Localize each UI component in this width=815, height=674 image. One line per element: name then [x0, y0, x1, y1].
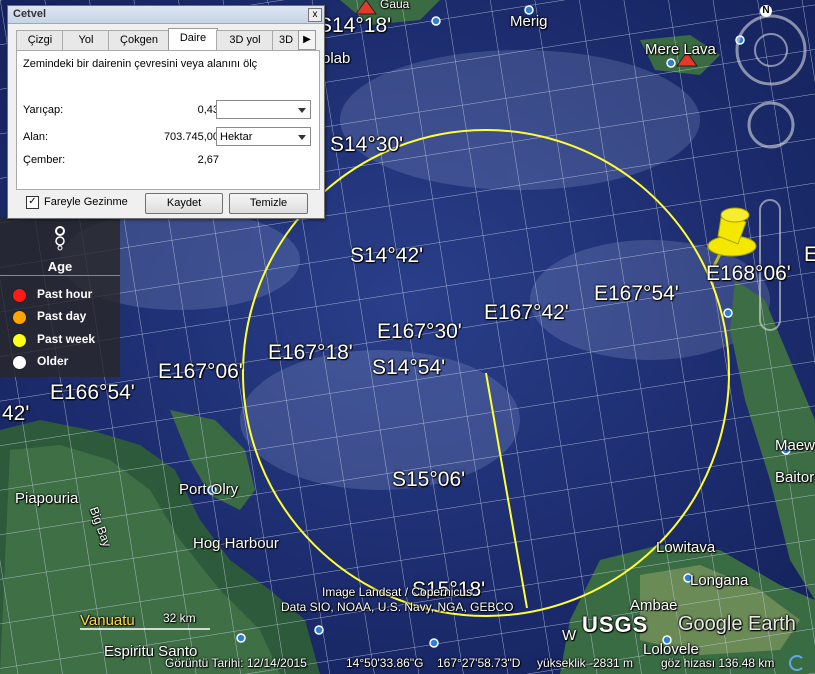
- latitude: 14°50'33.86"G: [346, 656, 424, 670]
- legend-label: Past day: [37, 309, 87, 323]
- north-icon[interactable]: N: [760, 5, 772, 17]
- area-unit-select[interactable]: Hektar: [216, 127, 311, 146]
- place-label[interactable]: Maewo: [775, 437, 815, 454]
- radius-unit-select[interactable]: [216, 100, 311, 119]
- panel-description: Zemindeki bir dairenin çevresini veya al…: [23, 58, 258, 70]
- elevation: yükseklik -2831 m: [537, 656, 634, 670]
- grid-label: S14°42': [350, 244, 424, 267]
- place-label[interactable]: E: [804, 243, 815, 267]
- grid-label: E167°42': [484, 301, 569, 324]
- place-label[interactable]: Hog Harbour: [193, 535, 279, 552]
- scale-label: 32 km: [163, 611, 196, 625]
- legend-panel: Age Past hour Past day Past week Older: [0, 217, 120, 377]
- place-label[interactable]: Piapouria: [15, 490, 78, 507]
- tab-polygon[interactable]: Çokgen: [108, 30, 170, 50]
- tab-scroll-right-icon[interactable]: ▶: [298, 30, 316, 50]
- red-dot-icon: [12, 288, 27, 303]
- chevron-down-icon: [298, 135, 306, 140]
- imagery-date: Görüntü Tarihi: 12/14/2015: [165, 656, 307, 670]
- legend-title: Age: [47, 259, 73, 274]
- area-value: 703.745,00: [163, 131, 219, 143]
- legend-label: Past week: [37, 332, 96, 346]
- yellow-dot-icon: [12, 333, 27, 348]
- tab-line[interactable]: Çizgi: [16, 30, 64, 50]
- data-credit: Data SIO, NOAA, U.S. Navy, NGA, GEBCO: [281, 600, 514, 614]
- tab-circle[interactable]: Daire: [168, 28, 218, 51]
- usgs-logo: USGS: [582, 612, 649, 637]
- save-button[interactable]: Kaydet: [145, 193, 223, 214]
- tab-bar: Çizgi Yol Çokgen Daire 3D yol 3D ▶: [16, 28, 316, 51]
- country-label[interactable]: Vanuatu: [80, 612, 135, 629]
- legend-label: Older: [37, 354, 69, 368]
- grid-label: S15°06': [392, 468, 466, 491]
- place-label[interactable]: Longana: [690, 572, 748, 589]
- grid-label: E167°54': [594, 282, 679, 305]
- grid-label: S14°54': [372, 356, 446, 379]
- place-label[interactable]: Port Olry: [179, 481, 238, 498]
- legend-rings-icon: [50, 221, 70, 251]
- place-label[interactable]: W: [562, 627, 576, 644]
- circumference-label: Çember:: [23, 154, 66, 166]
- grid-label: E166°54': [50, 381, 135, 404]
- close-button[interactable]: x: [308, 8, 322, 22]
- longitude: 167°27'58.73"D: [437, 656, 521, 670]
- status-bar: Görüntü Tarihi: 12/14/2015 14°50'33.86"G…: [0, 654, 815, 674]
- tab-3d-path[interactable]: 3D yol: [216, 30, 274, 50]
- grid-label: S14°30': [330, 133, 404, 156]
- clear-button[interactable]: Temizle: [229, 193, 308, 214]
- grid-label: S14°18': [318, 14, 392, 37]
- chevron-down-icon: [298, 108, 306, 113]
- mouse-nav-label[interactable]: Fareyle Gezinme: [44, 196, 128, 208]
- grid-label: 42': [2, 402, 30, 425]
- mouse-nav-checkbox[interactable]: ✓: [26, 196, 39, 209]
- dialog-titlebar[interactable]: Cetvel x: [8, 6, 324, 24]
- circumference-value: 2,67: [197, 154, 219, 166]
- grid-label: E167°18': [268, 341, 353, 364]
- place-label[interactable]: Lowitava: [656, 539, 715, 556]
- grid-label: E167°06': [158, 360, 243, 383]
- ruler-dialog: Cetvel x Çizgi Yol Çokgen Daire 3D yol 3…: [7, 5, 325, 219]
- google-earth-logo: Google Earth: [678, 613, 796, 635]
- place-label[interactable]: Gaua: [380, 0, 409, 11]
- dialog-title: Cetvel: [13, 8, 47, 20]
- tab-path[interactable]: Yol: [62, 30, 110, 50]
- image-credit: Image Landsat / Copernicus: [322, 585, 473, 599]
- orange-dot-icon: [12, 310, 27, 325]
- circle-panel: Zemindeki bir dairenin çevresini veya al…: [16, 50, 320, 190]
- tab-3d-polygon[interactable]: 3D: [272, 30, 300, 50]
- place-label[interactable]: Baitora: [775, 469, 815, 486]
- grid-label: E167°30': [377, 320, 462, 343]
- place-label[interactable]: olab: [322, 50, 350, 67]
- eye-altitude: göz hizası 136.48 km: [661, 656, 775, 670]
- grid-label: E168°06': [706, 262, 791, 285]
- area-label: Alan:: [23, 131, 49, 143]
- radius-label: Yarıçap:: [23, 104, 64, 116]
- place-label[interactable]: Mere Lava: [645, 41, 716, 58]
- loading-icon: [789, 655, 805, 671]
- area-unit: Hektar: [220, 131, 253, 143]
- place-label[interactable]: Merig: [510, 13, 548, 30]
- legend-label: Past hour: [37, 287, 93, 301]
- white-dot-icon: [12, 355, 27, 370]
